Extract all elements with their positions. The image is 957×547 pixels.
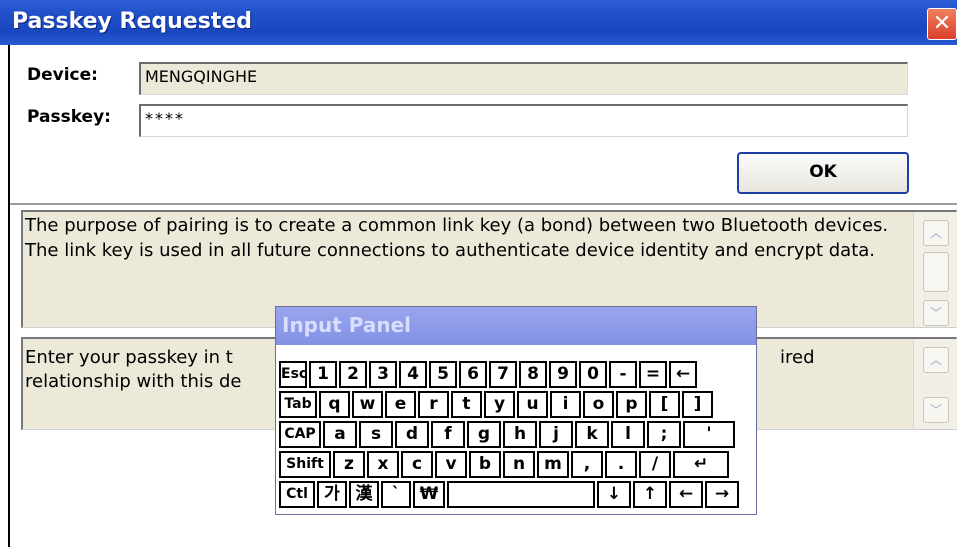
key-enter[interactable]: ↵ <box>673 451 729 478</box>
key-right[interactable]: → <box>705 481 739 508</box>
window-left-border <box>8 0 10 547</box>
key-3[interactable]: 3 <box>369 361 397 388</box>
key-g[interactable]: g <box>467 421 501 448</box>
key-0[interactable]: 0 <box>579 361 607 388</box>
chevron-up-icon: ︿ <box>929 226 942 240</box>
scroll-down-button[interactable]: ﹀ <box>923 300 949 326</box>
key-left[interactable]: ← <box>669 481 703 508</box>
chevron-up-icon: ︿ <box>929 353 942 367</box>
key-f[interactable]: f <box>431 421 465 448</box>
key-symbol-9-3[interactable]: . <box>605 451 637 478</box>
scroll-up-button[interactable]: ︿ <box>923 347 949 373</box>
key-e[interactable]: e <box>385 391 416 418</box>
key-ctrl[interactable]: Ctl <box>279 481 315 508</box>
key-esc[interactable]: Esc <box>279 361 307 388</box>
instructions-text-right: ired <box>780 347 815 368</box>
key-x[interactable]: x <box>367 451 399 478</box>
key-u[interactable]: u <box>517 391 548 418</box>
info-text: The purpose of pairing is to create a co… <box>25 215 889 261</box>
scroll-down-button[interactable]: ﹀ <box>923 397 949 423</box>
passkey-label: Passkey: <box>27 107 111 127</box>
info-scrollbar[interactable]: ︿ ﹀ <box>913 212 957 327</box>
instructions-text-left: Enter your passkey in t <box>25 347 233 368</box>
chevron-down-icon: ﹀ <box>929 306 942 320</box>
key-symbol-11-1[interactable]: [ <box>649 391 680 418</box>
key-space[interactable] <box>447 481 595 508</box>
key-o[interactable]: o <box>583 391 614 418</box>
instructions-scrollbar[interactable]: ︿ ﹀ <box>913 339 957 429</box>
device-field: MENGQINGHE <box>139 62 908 95</box>
key-s[interactable]: s <box>359 421 393 448</box>
key-h[interactable]: h <box>503 421 537 448</box>
scroll-thumb[interactable] <box>923 252 949 292</box>
key-c[interactable]: c <box>401 451 433 478</box>
key-z[interactable]: z <box>333 451 365 478</box>
key-2[interactable]: 2 <box>339 361 367 388</box>
key-tab[interactable]: Tab <box>279 391 317 418</box>
keyboard: Esc 1 2 3 4 5 6 7 8 9 0- = ← Tab q w e r t y u i o p[] CAP a s d f g h… <box>276 345 756 514</box>
key-symbol-2-4[interactable]: 漢 <box>349 481 379 508</box>
key-d[interactable]: d <box>395 421 429 448</box>
key-l[interactable]: l <box>611 421 645 448</box>
key-6[interactable]: 6 <box>459 361 487 388</box>
key-symbol-4-4[interactable]: ₩ <box>413 481 445 508</box>
key-q[interactable]: q <box>319 391 350 418</box>
key-v[interactable]: v <box>435 451 467 478</box>
key-j[interactable]: j <box>539 421 573 448</box>
key-symbol-10-2[interactable]: ; <box>647 421 681 448</box>
instructions-text-line2: relationship with this de <box>25 371 242 392</box>
key-5[interactable]: 5 <box>429 361 457 388</box>
key-w[interactable]: w <box>352 391 383 418</box>
key-p[interactable]: p <box>616 391 647 418</box>
key-4[interactable]: 4 <box>399 361 427 388</box>
key-symbol-11-0[interactable]: - <box>609 361 637 388</box>
key-t[interactable]: t <box>451 391 482 418</box>
chevron-down-icon: ﹀ <box>929 403 942 417</box>
key-a[interactable]: a <box>323 421 357 448</box>
key-down[interactable]: ↓ <box>597 481 631 508</box>
input-panel-title[interactable]: Input Panel <box>276 307 756 345</box>
passkey-input[interactable]: **** <box>139 104 908 137</box>
key-shift[interactable]: Shift <box>279 451 331 478</box>
close-icon: ✕ <box>932 11 952 36</box>
key-m[interactable]: m <box>537 451 569 478</box>
key-k[interactable]: k <box>575 421 609 448</box>
key-y[interactable]: y <box>484 391 515 418</box>
key-1[interactable]: 1 <box>309 361 337 388</box>
key-symbol-3-4[interactable]: ` <box>381 481 411 508</box>
key-n[interactable]: n <box>503 451 535 478</box>
key-caps[interactable]: CAP <box>279 421 321 448</box>
key-8[interactable]: 8 <box>519 361 547 388</box>
key-7[interactable]: 7 <box>489 361 517 388</box>
close-button[interactable]: ✕ <box>927 8 957 40</box>
device-label: Device: <box>27 65 98 85</box>
window-title: Passkey Requested <box>12 9 253 34</box>
key-symbol-1-4[interactable]: 가 <box>317 481 347 508</box>
key-symbol-12-1[interactable]: ] <box>682 391 713 418</box>
key-symbol-8-3[interactable]: , <box>571 451 603 478</box>
key-symbol-12-0[interactable]: = <box>639 361 667 388</box>
key-symbol-11-2[interactable]: ' <box>683 421 735 448</box>
key-symbol-10-3[interactable]: / <box>639 451 671 478</box>
key-backspace[interactable]: ← <box>669 361 697 388</box>
title-bar: Passkey Requested ✕ <box>0 0 957 45</box>
key-up[interactable]: ↑ <box>633 481 667 508</box>
key-b[interactable]: b <box>469 451 501 478</box>
input-panel: Input Panel Esc 1 2 3 4 5 6 7 8 9 0- = ← Tab q w e r t y u i o… <box>275 306 757 515</box>
key-i[interactable]: i <box>550 391 581 418</box>
scroll-up-button[interactable]: ︿ <box>923 220 949 246</box>
separator <box>10 203 957 205</box>
ok-button[interactable]: OK <box>737 152 909 194</box>
key-9[interactable]: 9 <box>549 361 577 388</box>
key-r[interactable]: r <box>418 391 449 418</box>
